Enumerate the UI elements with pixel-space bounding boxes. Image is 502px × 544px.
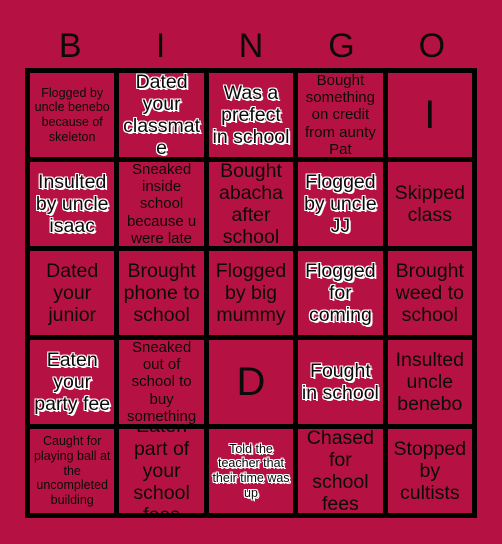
bingo-cell-label: Caught for playing ball at the uncomplet… — [33, 434, 111, 508]
bingo-cell-label: Bought something on credit from aunty Pa… — [304, 73, 376, 157]
bingo-cell-label: Dated your classmate — [123, 73, 201, 157]
bingo-cell-label: Brought weed to school — [395, 259, 464, 327]
bingo-cell[interactable]: Flogged by uncle JJ — [298, 162, 383, 246]
bingo-cell[interactable]: Sneaked inside school because u were lat… — [119, 162, 204, 246]
bingo-cell-label: Skipped class — [394, 181, 466, 226]
bingo-cell-label: I — [424, 93, 436, 137]
bingo-cell[interactable]: Flogged by uncle benebo because of skele… — [30, 73, 115, 157]
bingo-cell-label: Eaten your party fee — [34, 348, 111, 416]
bingo-header: B I N G O — [25, 24, 477, 68]
bingo-cell-label: Was a prefect in school — [212, 81, 290, 149]
bingo-cell-label: Bought abacha after school — [219, 162, 283, 246]
bingo-cell-label: Stopped by cultists — [393, 437, 467, 505]
bingo-cell[interactable]: I — [387, 73, 472, 157]
bingo-cell[interactable]: Flogged by big mummy — [208, 251, 294, 335]
bingo-cell[interactable]: Caught for playing ball at the uncomplet… — [30, 429, 115, 513]
bingo-cell[interactable]: Stopped by cultists — [387, 429, 472, 513]
bingo-cell-label: Flogged for coming — [305, 259, 376, 327]
bingo-cell-label: Brought phone to school — [123, 259, 200, 327]
bingo-cell[interactable]: D — [208, 340, 294, 424]
bingo-cell-label: Flogged by uncle JJ — [304, 170, 377, 238]
bingo-cell-label: Dated your junior — [46, 259, 99, 327]
bingo-letter-o: O — [418, 27, 446, 65]
bingo-cell[interactable]: Dated your junior — [30, 251, 115, 335]
bingo-cell-label: Chased for school fees — [306, 429, 374, 513]
bingo-cell-label: Flogged by uncle benebo because of skele… — [34, 85, 110, 144]
bingo-cell[interactable]: Insulted by uncle isaac — [30, 162, 115, 246]
bingo-cell[interactable]: Dated your classmate — [119, 73, 204, 157]
bingo-cell[interactable]: Bought something on credit from aunty Pa… — [298, 73, 383, 157]
bingo-cell[interactable]: Brought weed to school — [387, 251, 472, 335]
bingo-cell-label: Flogged by big mummy — [215, 259, 287, 327]
bingo-cell-label: Eaten part of your school fees — [133, 429, 190, 513]
bingo-cell[interactable]: Sneaked out of school to buy something — [119, 340, 204, 424]
bingo-cell-label: Told the teacher that their time was up — [212, 441, 290, 500]
bingo-cell-label: Insulted uncle benebo — [395, 348, 464, 416]
bingo-cell-label: Sneaked out of school to buy something — [126, 340, 197, 424]
bingo-cell[interactable]: Flogged for coming — [298, 251, 383, 335]
bingo-letter-b: B — [58, 27, 82, 65]
bingo-cell[interactable]: Was a prefect in school — [208, 73, 294, 157]
bingo-cell[interactable]: Brought phone to school — [119, 251, 204, 335]
bingo-letter-i: I — [155, 27, 166, 65]
bingo-cell[interactable]: Fought in school — [298, 340, 383, 424]
bingo-cell-label: Sneaked inside school because u were lat… — [126, 162, 197, 246]
bingo-grid: Flogged by uncle benebo because of skele… — [25, 68, 477, 518]
bingo-cell[interactable]: Told the teacher that their time was up — [208, 429, 294, 513]
bingo-cell-label: D — [236, 360, 266, 404]
bingo-card: B I N G O Flogged by uncle benebo becaus… — [0, 0, 502, 544]
bingo-cell[interactable]: Eaten part of your school fees — [119, 429, 204, 513]
bingo-cell[interactable]: Skipped class — [387, 162, 472, 246]
bingo-cell[interactable]: Insulted uncle benebo — [387, 340, 472, 424]
bingo-cell-label: Fought in school — [301, 359, 379, 404]
bingo-cell[interactable]: Eaten your party fee — [30, 340, 115, 424]
bingo-letter-n: N — [238, 27, 264, 65]
bingo-cell[interactable]: Chased for school fees — [298, 429, 383, 513]
bingo-cell[interactable]: Bought abacha after school — [208, 162, 294, 246]
bingo-cell-label: Insulted by uncle isaac — [35, 170, 109, 238]
bingo-letter-g: G — [328, 27, 355, 65]
